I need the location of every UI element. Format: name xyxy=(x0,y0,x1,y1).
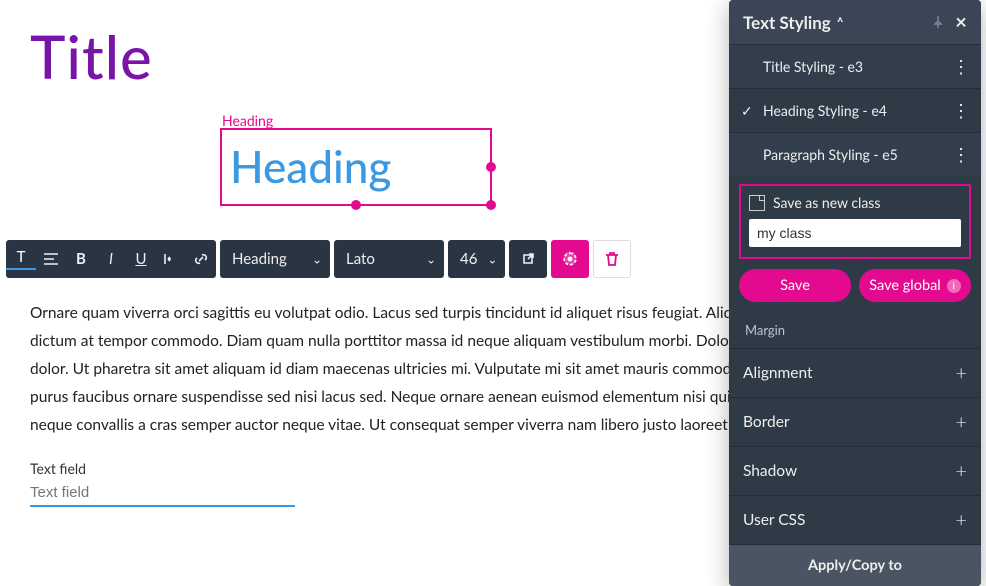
plus-icon: + xyxy=(955,459,967,483)
save-global-button[interactable]: Save global i xyxy=(859,269,971,302)
check-icon: ✓ xyxy=(741,102,757,120)
settings-button[interactable] xyxy=(551,240,589,278)
save-button[interactable]: Save xyxy=(739,269,851,302)
text-field-input[interactable] xyxy=(30,482,295,507)
section-alignment[interactable]: Alignment + xyxy=(729,348,981,397)
style-class-label: Title Styling - e3 xyxy=(763,58,952,75)
style-class-label: Heading Styling - e4 xyxy=(763,102,952,119)
apply-copy-button[interactable]: Apply/Copy to xyxy=(729,544,981,586)
info-icon: i xyxy=(947,279,961,293)
section-shadow[interactable]: Shadow + xyxy=(729,446,981,495)
italic-icon[interactable]: I xyxy=(96,250,126,268)
chevron-down-icon: ⌄ xyxy=(487,252,497,267)
chevron-down-icon: ⌄ xyxy=(426,252,436,267)
panel-title: Text Styling xyxy=(743,12,831,33)
text-field-label: Text field xyxy=(30,460,86,477)
section-label: Border xyxy=(743,413,790,431)
gear-icon xyxy=(560,249,580,269)
save-class-box: Save as new class xyxy=(739,184,971,259)
chevron-down-icon: ⌄ xyxy=(312,252,322,267)
section-border[interactable]: Border + xyxy=(729,397,981,446)
delete-button[interactable] xyxy=(593,240,631,278)
text-styling-panel: Text Styling ˄ × Title Styling - e3 ⋮ ✓ … xyxy=(729,0,981,586)
link-icon[interactable] xyxy=(186,251,216,267)
style-class-row[interactable]: Paragraph Styling - e5 ⋮ xyxy=(729,132,981,176)
heading-text[interactable]: Heading xyxy=(230,141,391,193)
plus-icon: + xyxy=(955,508,967,532)
plus-icon: + xyxy=(955,410,967,434)
underline-icon[interactable]: U xyxy=(126,250,156,268)
plus-icon: + xyxy=(955,361,967,385)
align-icon[interactable] xyxy=(36,252,66,266)
save-class-label: Save as new class xyxy=(773,194,880,211)
class-name-input[interactable] xyxy=(749,219,961,247)
panel-header[interactable]: Text Styling ˄ × xyxy=(729,0,981,44)
style-class-row-active[interactable]: ✓ Heading Styling - e4 ⋮ xyxy=(729,88,981,132)
save-class-heading: Save as new class xyxy=(749,194,961,211)
indent-icon[interactable] xyxy=(156,253,186,265)
section-truncated: Margin xyxy=(729,316,981,348)
pin-icon[interactable] xyxy=(931,15,951,29)
section-label: User CSS xyxy=(743,511,805,529)
bold-icon[interactable]: B xyxy=(66,250,96,268)
resize-handle-icon[interactable] xyxy=(351,200,361,210)
size-select-value: 46 xyxy=(460,250,477,268)
section-user-css[interactable]: User CSS + xyxy=(729,495,981,544)
save-button-label: Save xyxy=(780,277,810,294)
save-icon xyxy=(749,195,765,211)
text-tool-icon[interactable]: T xyxy=(6,248,36,270)
font-select-value: Lato xyxy=(346,250,375,268)
selected-heading-box[interactable]: Heading xyxy=(220,128,492,206)
toolbar-format-group: T B I U xyxy=(6,240,216,278)
text-toolbar: T B I U Heading ⌄ Lato ⌄ 46 ⌄ xyxy=(6,240,631,278)
close-icon[interactable]: × xyxy=(951,10,971,34)
section-label: Shadow xyxy=(743,462,797,480)
font-select[interactable]: Lato ⌄ xyxy=(334,240,444,278)
more-icon[interactable]: ⋮ xyxy=(952,99,969,122)
more-icon[interactable]: ⋮ xyxy=(952,143,969,166)
size-select[interactable]: 46 ⌄ xyxy=(448,240,505,278)
style-select-value: Heading xyxy=(232,250,287,268)
style-class-label: Paragraph Styling - e5 xyxy=(763,146,952,163)
trash-icon xyxy=(603,250,621,268)
chevron-up-icon: ˄ xyxy=(837,14,844,31)
style-class-row[interactable]: Title Styling - e3 ⋮ xyxy=(729,44,981,88)
save-buttons: Save Save global i xyxy=(729,269,981,316)
more-icon[interactable]: ⋮ xyxy=(952,55,969,78)
style-select[interactable]: Heading ⌄ xyxy=(220,240,330,278)
section-label: Alignment xyxy=(743,364,813,382)
selection-tag: Heading xyxy=(222,112,273,129)
save-global-label: Save global xyxy=(869,277,940,294)
open-external-button[interactable] xyxy=(509,240,547,278)
